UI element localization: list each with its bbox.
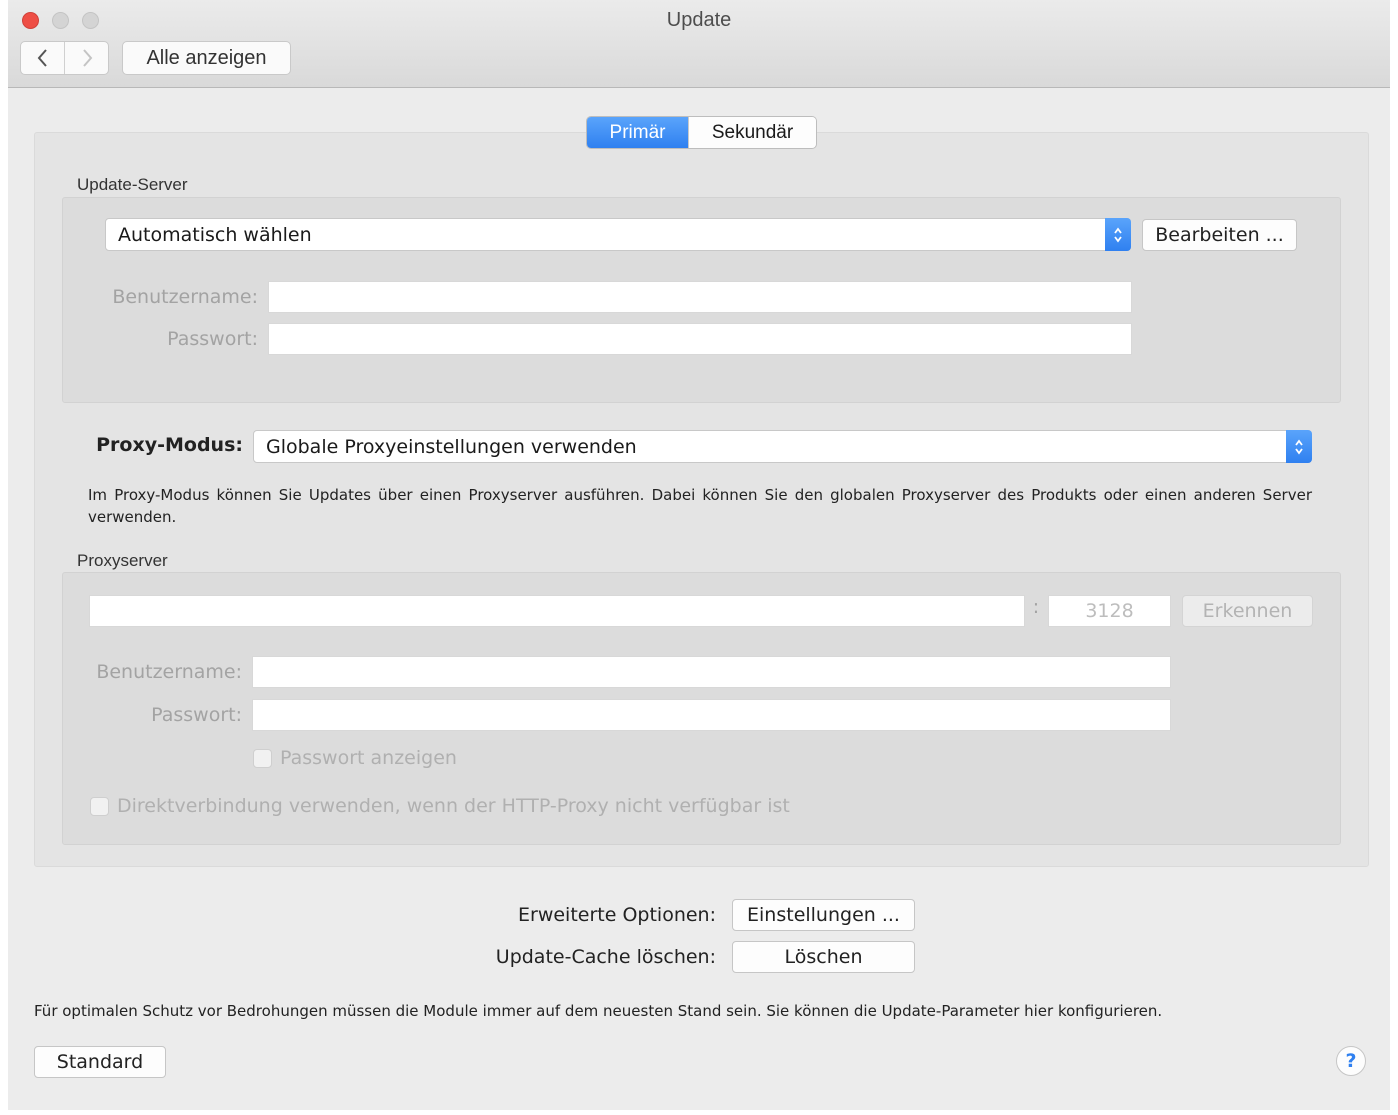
- clear-cache-label: Update-Cache löschen:: [495, 946, 716, 968]
- update-username-label: Benutzername:: [112, 286, 258, 308]
- window-title: Update: [666, 9, 732, 31]
- footer-info-text: Für optimalen Schutz vor Bedrohungen müs…: [34, 1002, 1163, 1020]
- chevron-left-icon: [37, 49, 47, 67]
- proxy-username-label: Benutzername:: [96, 661, 242, 683]
- primary-secondary-tabs: Primär Sekundär: [586, 116, 817, 149]
- proxy-server-section-label: Proxyserver: [77, 551, 168, 570]
- forward-button[interactable]: [64, 42, 108, 74]
- help-button[interactable]: ?: [1336, 1046, 1366, 1076]
- proxy-username-field[interactable]: [252, 656, 1171, 688]
- back-forward-control: [20, 41, 109, 75]
- advanced-settings-button[interactable]: Einstellungen ...: [732, 899, 915, 931]
- up-down-arrows-icon: [1105, 218, 1131, 251]
- show-password-checkbox[interactable]: [253, 749, 272, 768]
- standard-button[interactable]: Standard: [34, 1046, 166, 1078]
- port-separator: :: [1032, 596, 1040, 618]
- show-all-button[interactable]: Alle anzeigen: [122, 41, 291, 75]
- chevron-right-icon: [82, 49, 92, 67]
- update-username-field[interactable]: [268, 281, 1132, 313]
- update-password-field[interactable]: [268, 323, 1132, 355]
- tab-primary[interactable]: Primär: [587, 117, 688, 148]
- advanced-options-label: Erweiterte Optionen:: [518, 904, 716, 926]
- proxy-password-label: Passwort:: [151, 704, 242, 726]
- direct-connection-checkbox[interactable]: [90, 797, 109, 816]
- proxy-mode-select[interactable]: Globale Proxyeinstellungen verwenden: [253, 430, 1312, 463]
- update-server-select[interactable]: Automatisch wählen: [105, 218, 1131, 251]
- proxy-host-field[interactable]: [89, 595, 1025, 627]
- tab-secondary[interactable]: Sekundär: [688, 117, 816, 148]
- update-window: Update Alle anzeigen Primär Sekundär Upd…: [8, 0, 1390, 1110]
- update-server-select-value: Automatisch wählen: [118, 223, 312, 246]
- proxy-mode-label: Proxy-Modus:: [96, 434, 243, 456]
- edit-servers-button[interactable]: Bearbeiten ...: [1142, 219, 1297, 251]
- title-bar: Update Alle anzeigen: [8, 0, 1390, 88]
- detect-proxy-button[interactable]: Erkennen: [1182, 595, 1313, 627]
- direct-connection-label: Direktverbindung verwenden, wenn der HTT…: [117, 795, 790, 817]
- proxy-mode-select-value: Globale Proxyeinstellungen verwenden: [266, 435, 637, 458]
- proxy-port-placeholder: 3128: [1085, 600, 1134, 622]
- show-password-label: Passwort anzeigen: [280, 747, 457, 769]
- proxy-mode-description: Im Proxy-Modus können Sie Updates über e…: [88, 486, 1312, 526]
- proxy-password-field[interactable]: [252, 699, 1171, 731]
- proxy-port-field[interactable]: 3128: [1048, 595, 1171, 627]
- clear-cache-button[interactable]: Löschen: [732, 941, 915, 973]
- back-button[interactable]: [21, 42, 64, 74]
- update-password-label: Passwort:: [167, 328, 258, 350]
- up-down-arrows-icon: [1286, 430, 1312, 463]
- update-server-section-label: Update-Server: [77, 175, 188, 194]
